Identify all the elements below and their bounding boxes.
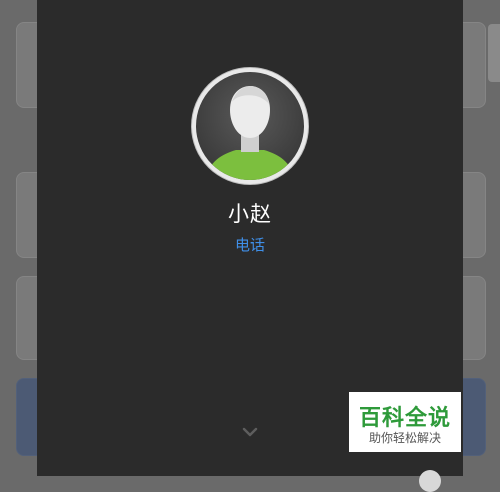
default-person-avatar-icon [196,72,304,180]
contact-avatar [192,68,308,184]
background-right-tab [488,24,500,82]
bottom-action-button[interactable] [419,470,441,492]
watermark-title: 百科全说 [358,406,451,431]
contact-name: 小赵 [228,202,272,226]
watermark-logo: 百科全说 助你轻松解决 [349,392,461,452]
contact-number-label[interactable]: 电话 [37,234,463,255]
chevron-down-icon[interactable] [242,426,258,438]
watermark-subtitle: 助你轻松解决 [368,431,441,445]
